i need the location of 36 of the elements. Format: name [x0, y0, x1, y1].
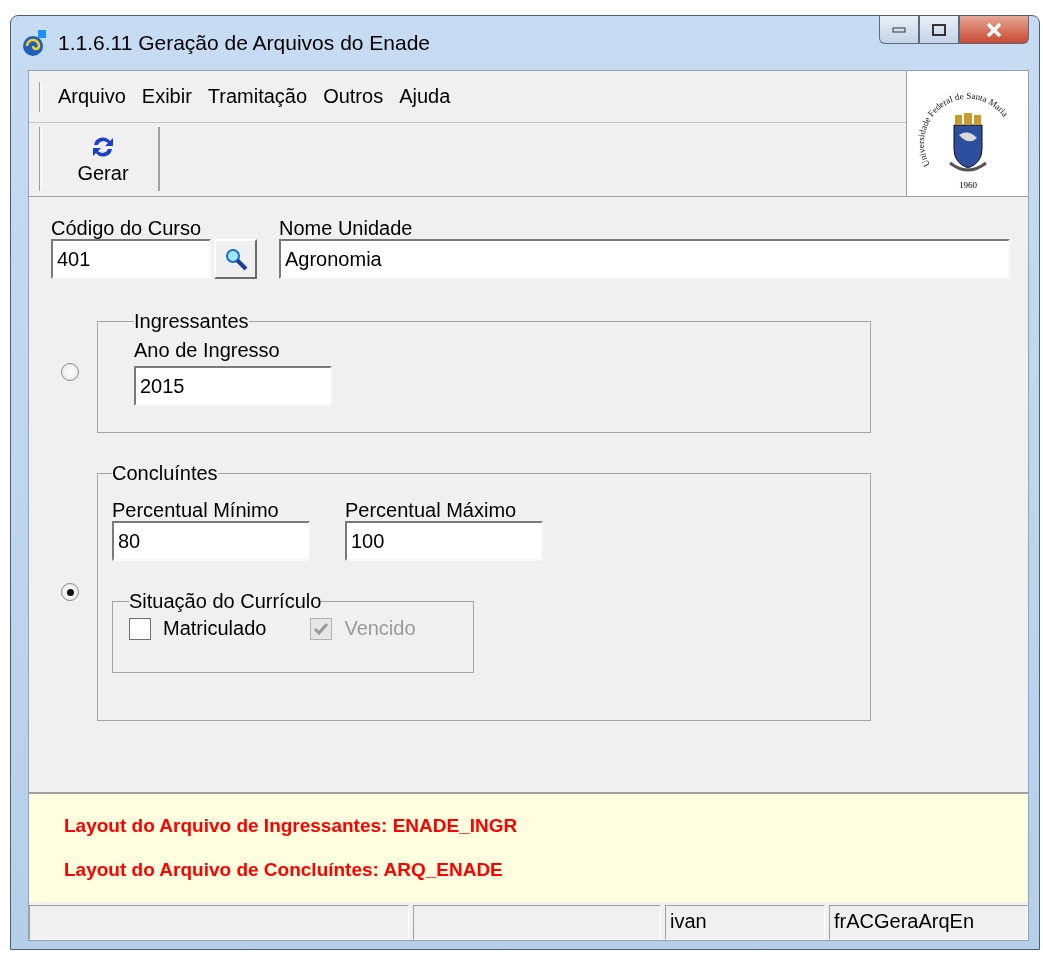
checkmark-icon: [313, 621, 330, 636]
group-title: Ingressantes: [134, 311, 249, 331]
text-field[interactable]: 401: [51, 239, 211, 279]
group-title: Concluíntes: [112, 463, 218, 483]
info-text: Layout do Arquivo de Concluíntes: ARQ_ENADE: [64, 859, 504, 881]
radio-button[interactable]: [61, 363, 79, 381]
menu-item[interactable]: Tramitação: [207, 85, 308, 108]
text-field[interactable]: 2015: [134, 366, 332, 406]
field-label: Percentual Máximo: [345, 499, 518, 521]
menu-item[interactable]: Exibir: [141, 85, 192, 108]
app-icon: [22, 30, 48, 56]
field-label: Código do Curso: [51, 217, 203, 239]
text-field[interactable]: 80: [112, 521, 310, 561]
minimize-button[interactable]: [879, 16, 919, 44]
menu-item[interactable]: Arquivo: [58, 85, 126, 108]
menu-item[interactable]: Ajuda: [399, 85, 451, 108]
window-title: 1.1.6.11 Geração de Arquivos do Enade: [58, 31, 431, 55]
minimize-icon: [892, 26, 906, 33]
text-field[interactable]: Agronomia: [279, 239, 1010, 279]
generate-button[interactable]: Gerar: [48, 127, 160, 191]
group-title: Situação do Currículo: [129, 591, 322, 611]
radio-button[interactable]: [61, 583, 79, 601]
close-icon: [985, 21, 1003, 38]
status-panel: ivan: [665, 905, 825, 940]
maximize-button[interactable]: [919, 16, 959, 44]
status-panel: frACGeraArqEn: [829, 905, 1028, 940]
menu-item[interactable]: Outros: [323, 85, 384, 108]
field-label: Nome Unidade: [279, 217, 414, 239]
checkbox[interactable]: Matriculado: [129, 617, 267, 640]
text-field[interactable]: 100: [345, 521, 543, 561]
info-text: Layout do Arquivo de Ingressantes: ENADE_INGR: [64, 815, 519, 837]
search-button[interactable]: [214, 239, 257, 279]
maximize-icon: [932, 23, 946, 36]
close-button[interactable]: [959, 16, 1029, 44]
field-label: Ano de Ingresso: [134, 339, 280, 361]
field-label: Percentual Mínimo: [112, 499, 280, 521]
